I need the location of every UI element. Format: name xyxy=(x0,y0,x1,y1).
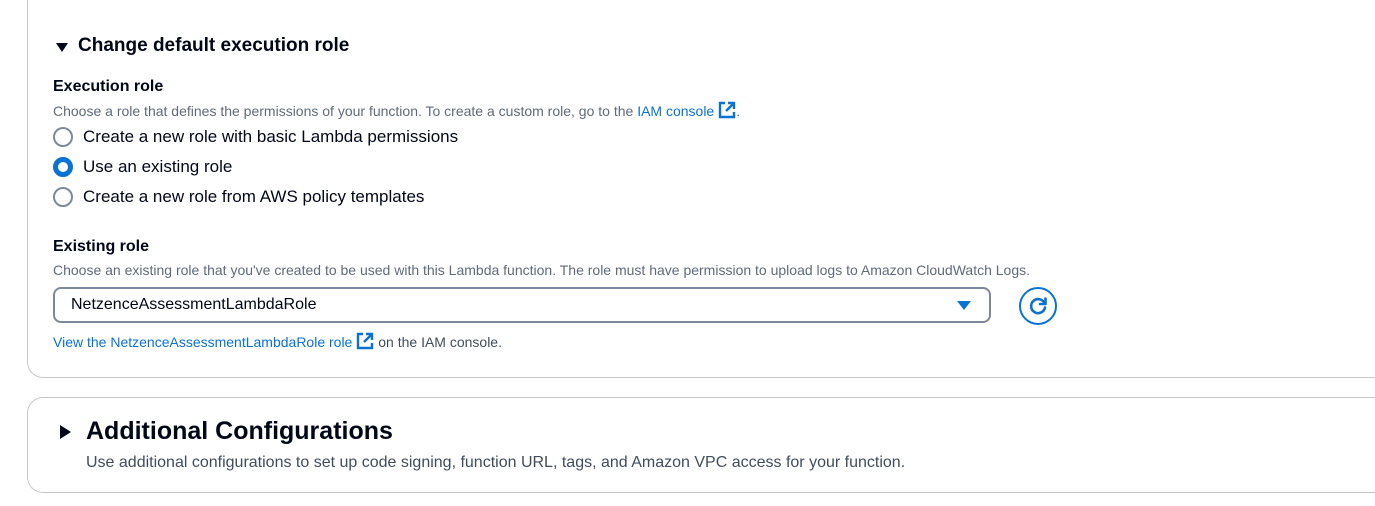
external-link-icon[interactable] xyxy=(356,332,374,350)
refresh-icon xyxy=(1029,297,1047,315)
radio-label: Use an existing role xyxy=(83,157,233,176)
radio-option-policy-templates[interactable]: Create a new role from AWS policy templa… xyxy=(53,187,424,207)
view-role-link[interactable]: View the NetzenceAssessmentLambdaRole ro… xyxy=(53,334,352,350)
radio-label: Create a new role from AWS policy templa… xyxy=(83,187,425,206)
view-role-line: View the NetzenceAssessmentLambdaRole ro… xyxy=(53,332,502,350)
dropdown-caret-icon[interactable] xyxy=(957,301,971,310)
caret-down-icon[interactable] xyxy=(56,43,68,52)
radio-option-new-basic-role[interactable]: Create a new role with basic Lambda perm… xyxy=(53,127,458,147)
radio-button-selected[interactable] xyxy=(53,157,73,177)
execution-role-label: Execution role xyxy=(53,78,164,95)
radio-label: Create a new role with basic Lambda perm… xyxy=(83,127,459,146)
external-link-icon[interactable] xyxy=(718,101,736,119)
execution-role-description-text: Choose a role that defines the permissio… xyxy=(53,103,638,119)
additional-configurations-title[interactable]: Additional Configurations xyxy=(86,417,393,446)
caret-right-icon[interactable] xyxy=(60,425,71,439)
refresh-roles-button[interactable] xyxy=(1019,287,1057,325)
existing-role-select-value: NetzenceAssessmentLambdaRole xyxy=(71,296,317,313)
radio-button[interactable] xyxy=(53,187,73,207)
existing-role-select[interactable]: NetzenceAssessmentLambdaRole xyxy=(53,287,991,323)
existing-role-description: Choose an existing role that you've crea… xyxy=(53,262,1031,278)
iam-console-link[interactable]: IAM console xyxy=(637,103,714,119)
additional-configurations-description: Use additional configurations to set up … xyxy=(86,454,906,471)
section-title-change-role[interactable]: Change default execution role xyxy=(78,35,349,57)
execution-role-description: Choose a role that defines the permissio… xyxy=(53,101,740,119)
radio-option-existing-role[interactable]: Use an existing role xyxy=(53,157,232,177)
view-role-suffix: on the IAM console. xyxy=(374,334,502,350)
existing-role-label: Existing role xyxy=(53,238,150,255)
radio-button[interactable] xyxy=(53,127,73,147)
execution-role-description-suffix: . xyxy=(736,103,741,119)
